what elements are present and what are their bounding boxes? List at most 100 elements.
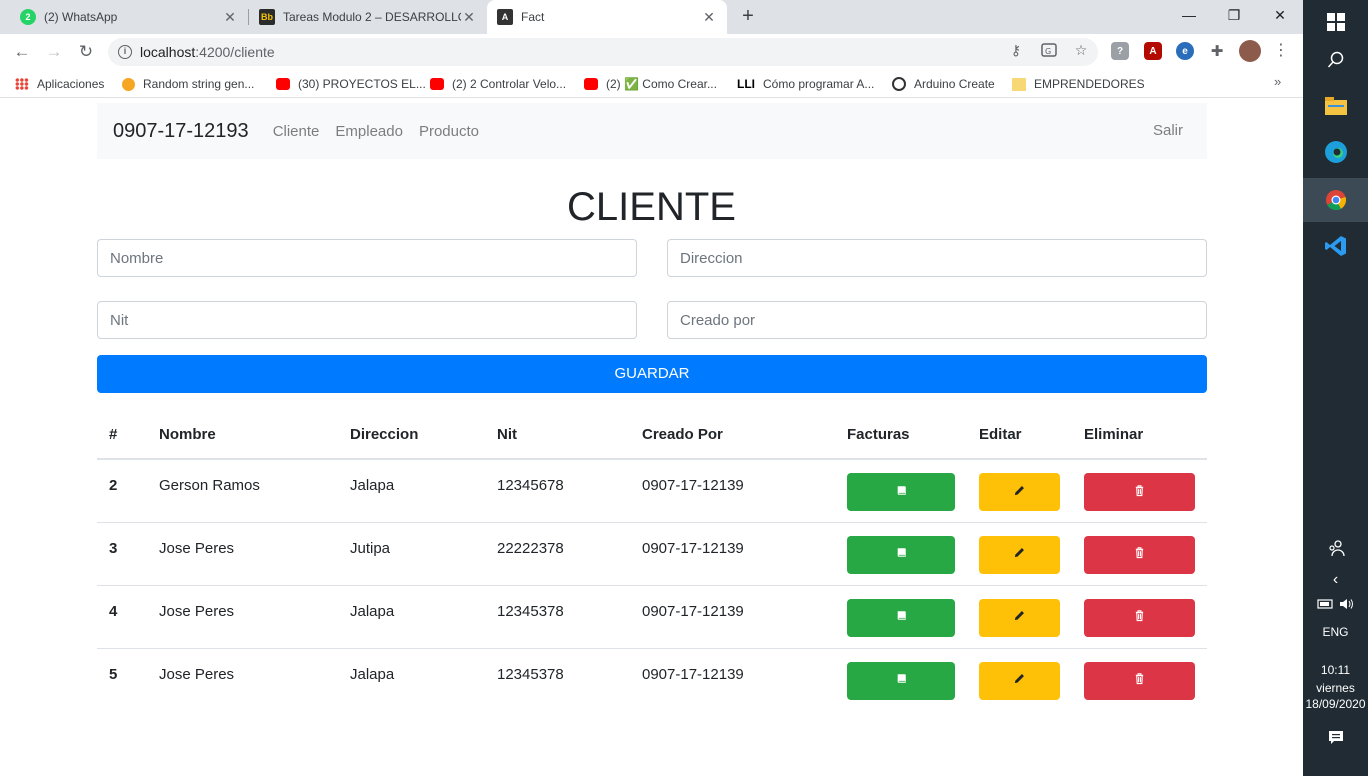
save-button[interactable]: GUARDAR — [97, 355, 1207, 393]
bookmark-como-crear[interactable]: (2) ✅ Como Crear... — [584, 76, 717, 92]
bookmark-emprendedores[interactable]: EMPRENDEDORES — [1012, 76, 1145, 92]
facturas-button[interactable] — [847, 598, 955, 637]
bookmark-como-programar[interactable]: LLI Cómo programar A... — [737, 76, 874, 92]
vscode-icon[interactable] — [1303, 224, 1368, 268]
nav-link-producto[interactable]: Producto — [419, 123, 479, 140]
tab-tareas[interactable]: Bb Tareas Modulo 2 – DESARROLLO WEB ✕ — [249, 0, 487, 34]
close-tab-icon[interactable]: ✕ — [222, 9, 238, 26]
book-icon — [895, 609, 908, 626]
bookmark-controlar[interactable]: (2) 2 Controlar Velo... — [430, 76, 566, 92]
book-icon — [895, 672, 908, 689]
book-icon — [895, 546, 908, 563]
nombre-input[interactable] — [97, 239, 637, 277]
translate-icon[interactable]: G — [1040, 41, 1058, 59]
tab-title: Tareas Modulo 2 – DESARROLLO WEB — [283, 10, 461, 24]
address-bar[interactable]: i localhost:4200/cliente — [108, 38, 1098, 66]
edit-button[interactable] — [979, 473, 1060, 511]
clock-day[interactable]: viernes — [1303, 681, 1368, 695]
angular-icon: A — [497, 9, 513, 25]
menu-kebab-icon[interactable]: ⋮ — [1272, 41, 1290, 59]
facturas-button[interactable] — [847, 661, 955, 700]
edit-button[interactable] — [979, 661, 1060, 700]
bookmark-label: (30) PROYECTOS EL... — [298, 77, 426, 91]
edit-button[interactable] — [979, 535, 1060, 574]
clientes-table: # Nombre Direccion Nit Creado Por Factur… — [97, 411, 1207, 711]
tab-title: (2) WhatsApp — [44, 10, 118, 24]
youtube-icon — [584, 78, 598, 90]
site-info-icon[interactable]: i — [118, 45, 132, 59]
cell-creado-por: 0907-17-12139 — [630, 585, 835, 649]
delete-button[interactable] — [1084, 598, 1195, 637]
close-tab-icon[interactable]: ✕ — [701, 9, 717, 26]
pdf-extension-icon[interactable]: A — [1144, 42, 1162, 60]
table-row: 2 Gerson Ramos Jalapa 12345678 0907-17-12139 — [97, 459, 1207, 523]
extensions-puzzle-icon[interactable]: ✚ — [1208, 42, 1226, 60]
nit-input[interactable] — [97, 301, 637, 339]
minimize-button[interactable]: — — [1166, 0, 1212, 30]
close-window-button[interactable]: ✕ — [1257, 0, 1303, 30]
input-language[interactable]: ENG — [1303, 625, 1368, 639]
arduino-icon — [892, 77, 906, 91]
creado-por-input[interactable] — [667, 301, 1207, 339]
nav-link-empleado[interactable]: Empleado — [335, 123, 403, 140]
forward-button[interactable]: → — [42, 40, 66, 64]
bookmark-random-string[interactable]: Random string gen... — [122, 76, 254, 92]
maximize-button[interactable]: ❐ — [1211, 0, 1257, 30]
bookmark-proyectos[interactable]: (30) PROYECTOS EL... — [276, 76, 426, 92]
facturas-button[interactable] — [847, 535, 955, 574]
edge-icon[interactable] — [1303, 130, 1368, 174]
notifications-icon[interactable] — [1303, 716, 1368, 760]
file-explorer-icon[interactable] — [1303, 84, 1368, 128]
ie-extension-icon[interactable]: e — [1176, 42, 1194, 60]
search-icon[interactable] — [1303, 38, 1368, 82]
lll-icon: LLI — [737, 77, 755, 91]
bookmark-label: EMPRENDEDORES — [1034, 77, 1145, 91]
edit-button[interactable] — [979, 598, 1060, 637]
clock-time[interactable]: 10:11 — [1303, 663, 1368, 677]
cell-nit: 12345378 — [497, 665, 564, 683]
direccion-input[interactable] — [667, 239, 1207, 277]
column-header: Creado Por — [630, 411, 835, 460]
bookmarks-overflow-button[interactable]: » — [1274, 74, 1281, 89]
app-navbar: 0907-17-12193 Cliente Empleado Producto … — [97, 103, 1207, 159]
navbar-brand[interactable]: 0907-17-12193 — [113, 120, 249, 143]
back-button[interactable]: ← — [10, 40, 34, 64]
battery-volume-icon[interactable] — [1303, 582, 1368, 626]
reload-button[interactable]: ↻ — [74, 40, 98, 64]
bookmark-label: Cómo programar A... — [763, 77, 875, 91]
profile-avatar[interactable] — [1239, 40, 1261, 62]
cell-nombre: Jose Peres — [147, 522, 338, 586]
nav-link-cliente[interactable]: Cliente — [273, 123, 320, 140]
column-header: Eliminar — [1072, 411, 1207, 460]
close-tab-icon[interactable]: ✕ — [461, 9, 477, 26]
blackboard-icon: Bb — [259, 9, 275, 25]
cell-editar — [967, 522, 1072, 586]
folder-icon — [1012, 77, 1026, 91]
pencil-icon — [1013, 672, 1026, 689]
column-header: Facturas — [835, 411, 967, 460]
youtube-icon — [430, 78, 444, 90]
bookmark-label: (2) 2 Controlar Velo... — [452, 77, 567, 91]
chrome-icon[interactable] — [1303, 178, 1368, 222]
tab-fact[interactable]: A Fact ✕ — [487, 0, 727, 34]
column-header: # — [97, 411, 147, 460]
new-tab-button[interactable]: + — [737, 5, 759, 27]
bookmark-arduino[interactable]: Arduino Create — [892, 76, 995, 92]
tab-whatsapp[interactable]: 2 (2) WhatsApp ✕ — [10, 0, 248, 34]
cell-facturas — [835, 585, 967, 649]
delete-button[interactable] — [1084, 473, 1195, 511]
key-icon[interactable]: ⚷ — [1007, 41, 1025, 59]
page-title: CLIENTE — [567, 185, 736, 229]
facturas-button[interactable] — [847, 473, 955, 511]
clock-date[interactable]: 18/09/2020 — [1303, 697, 1368, 711]
cell-facturas — [835, 522, 967, 586]
trash-icon — [1133, 672, 1146, 689]
cell-editar — [967, 585, 1072, 649]
delete-button[interactable] — [1084, 535, 1195, 574]
bookmark-star-icon[interactable]: ☆ — [1072, 41, 1090, 59]
apps-grid-icon — [15, 78, 29, 90]
delete-button[interactable] — [1084, 661, 1195, 700]
shield-extension-icon[interactable]: ? — [1111, 42, 1129, 60]
logout-link[interactable]: Salir — [1153, 122, 1183, 139]
bookmark-apps[interactable]: Aplicaciones — [15, 76, 104, 92]
